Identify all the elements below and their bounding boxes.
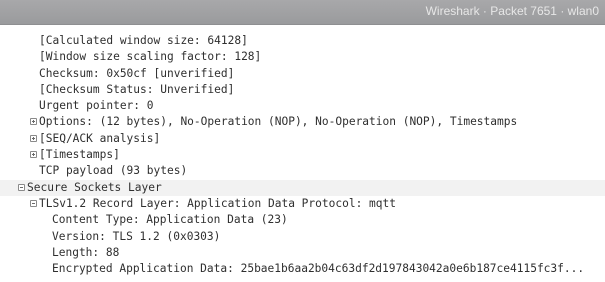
tree-row-label: Urgent pointer: 0 [39,99,154,113]
collapse-minus-icon[interactable] [18,183,25,191]
expand-plus-icon[interactable] [30,134,37,142]
collapse-minus-icon[interactable] [30,199,37,207]
tree-row-secure-sockets-layer[interactable]: Secure Sockets Layer [0,179,605,196]
tree-row-label: [Timestamps] [39,148,120,162]
tree-row-label: [Window size scaling factor: 128] [39,50,262,64]
tree-row-label: [Calculated window size: 64128] [39,34,248,47]
tree-row-encrypted-application-data[interactable]: Encrypted Application Data: 25bae1b6aa2b… [0,261,605,277]
expand-plus-icon[interactable] [30,118,37,126]
tree-row-seq-ack-analysis[interactable]: [SEQ/ACK analysis] [0,131,605,147]
tree-row-window-size-scaling-factor[interactable]: [Window size scaling factor: 128] [0,49,605,65]
tree-row-label: Version: TLS 1.2 (0x0303) [52,229,221,243]
tree-row-timestamps[interactable]: [Timestamps] [0,147,605,163]
tree-row-checksum[interactable]: Checksum: 0x50cf [unverified] [0,66,605,82]
tree-row-tcp-payload[interactable]: TCP payload (93 bytes) [0,163,605,179]
wireshark-window: Wireshark · Packet 7651 · wlan0 [Calcula… [0,0,605,282]
tree-row-label: [Checksum Status: Unverified] [39,82,235,96]
tree-row-calculated-window-size[interactable]: [Calculated window size: 64128] [0,33,605,49]
tree-row-label: Options: (12 bytes), No-Operation (NOP),… [39,115,518,129]
tree-row-label: Checksum: 0x50cf [unverified] [39,66,235,80]
tree-row-label: Content Type: Application Data (23) [52,213,288,227]
tree-row-length[interactable]: Length: 88 [0,245,605,261]
tree-row-label: Encrypted Application Data: 25bae1b6aa2b… [52,262,585,276]
packet-details-tree[interactable]: [Calculated window size: 64128] [Window … [0,33,605,277]
tree-row-label: TLSv1.2 Record Layer: Application Data P… [39,196,396,210]
tree-row-options[interactable]: Options: (12 bytes), No-Operation (NOP),… [0,114,605,130]
tree-row-content-type[interactable]: Content Type: Application Data (23) [0,212,605,228]
title-bar[interactable]: Wireshark · Packet 7651 · wlan0 [0,0,605,25]
tree-row-label: TCP payload (93 bytes) [39,164,188,178]
tree-row-label: Secure Sockets Layer [27,180,162,194]
tree-row-label: Length: 88 [52,245,120,259]
tree-row-label: [SEQ/ACK analysis] [39,131,161,145]
tree-row-checksum-status[interactable]: [Checksum Status: Unverified] [0,82,605,98]
tree-row-urgent-pointer[interactable]: Urgent pointer: 0 [0,98,605,114]
window-title: Wireshark · Packet 7651 · wlan0 [425,4,599,18]
tree-row-tls-record-layer[interactable]: TLSv1.2 Record Layer: Application Data P… [0,196,605,212]
expand-plus-icon[interactable] [30,151,37,159]
tree-row-version[interactable]: Version: TLS 1.2 (0x0303) [0,229,605,245]
